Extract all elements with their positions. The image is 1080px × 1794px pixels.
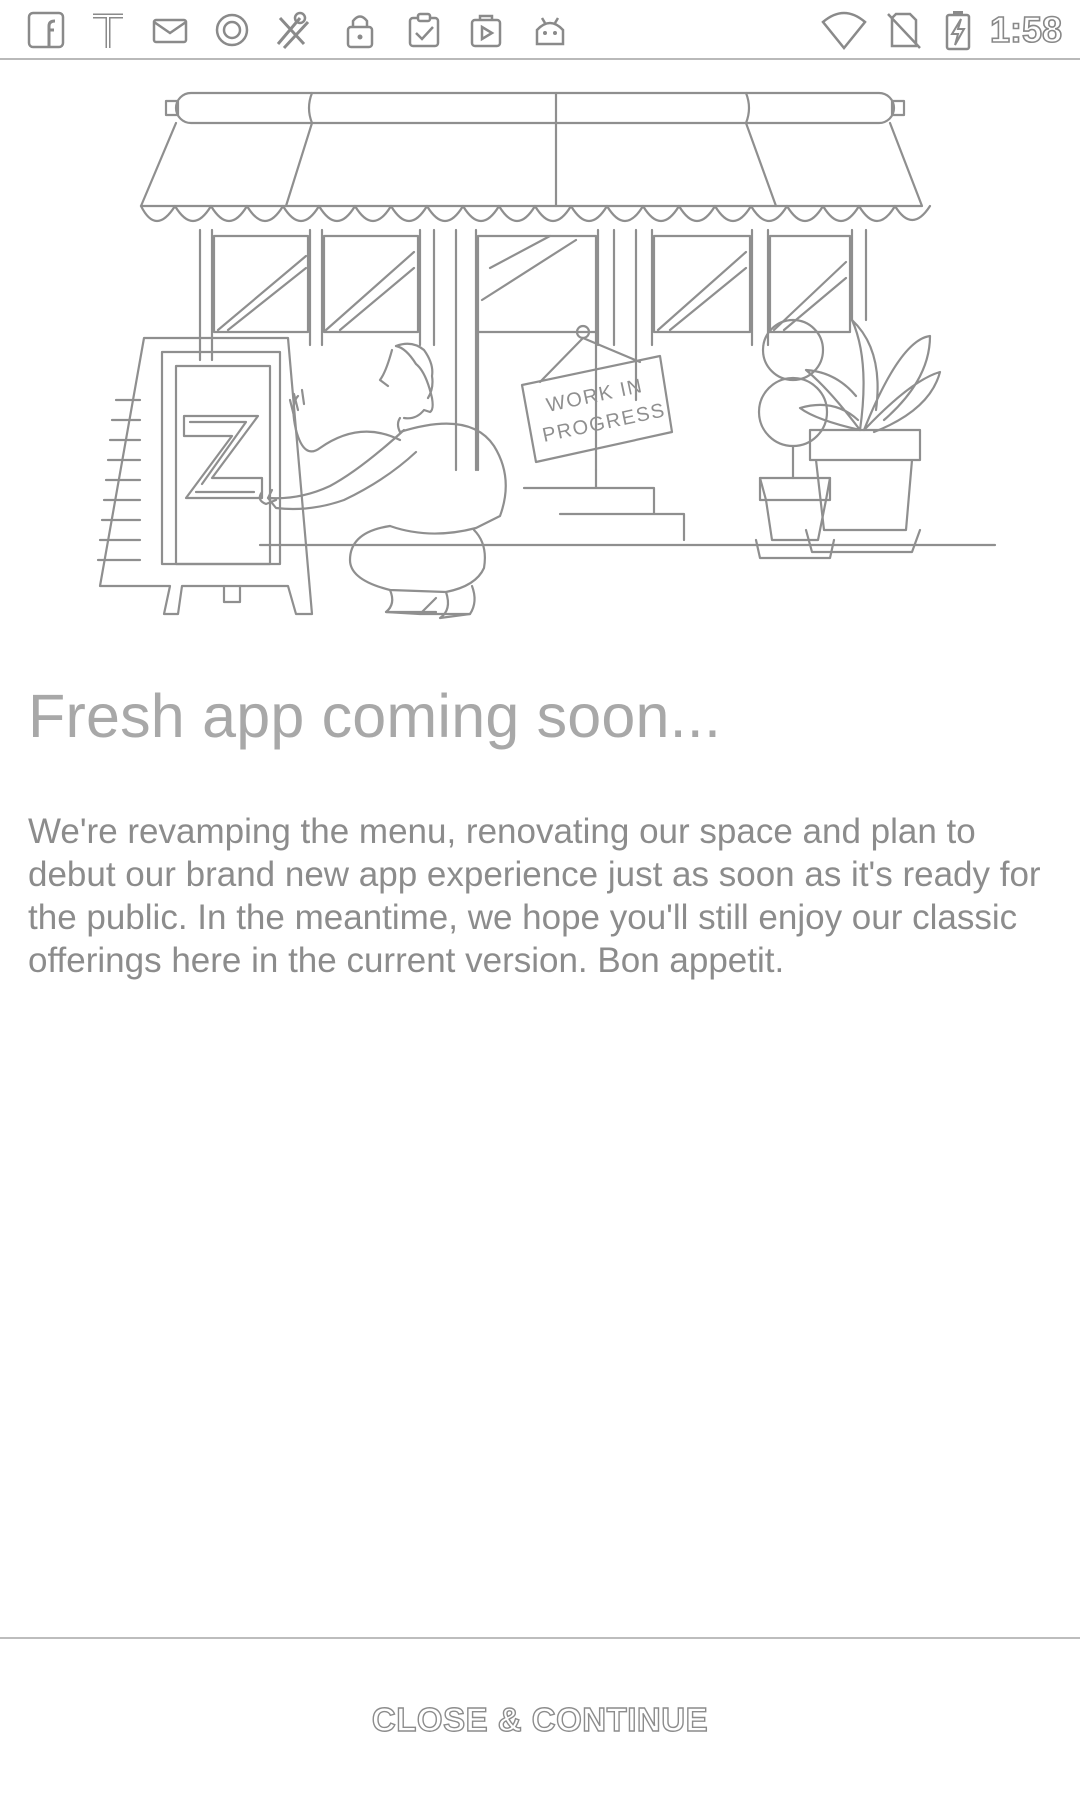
- close-and-continue-button[interactable]: CLOSE & CONTINUE: [340, 1685, 740, 1755]
- page-title: Fresh app coming soon...: [28, 682, 722, 750]
- t-app-icon: [93, 13, 123, 48]
- circle-app-icon: [215, 13, 249, 47]
- storefront-illustration: WORK IN PROGRESS: [96, 91, 997, 620]
- battery-charging-icon: [945, 11, 971, 51]
- mail-icon: [152, 18, 188, 44]
- no-sim-icon: [887, 12, 921, 49]
- facebook-icon: [27, 11, 65, 49]
- puzzle-app-icon: [276, 11, 310, 50]
- clock-time: 1:58: [989, 9, 1063, 51]
- android-icon: [535, 17, 565, 46]
- lock-icon: [346, 15, 374, 49]
- status-bar: 1:58: [0, 0, 1080, 60]
- clipboard-check-icon: [408, 12, 440, 48]
- description-text: We're revamping the menu, renovating our…: [28, 812, 1041, 980]
- footer-bar: CLOSE & CONTINUE: [0, 1639, 1080, 1794]
- wifi-icon: [821, 11, 867, 50]
- play-bag-icon: [470, 14, 502, 48]
